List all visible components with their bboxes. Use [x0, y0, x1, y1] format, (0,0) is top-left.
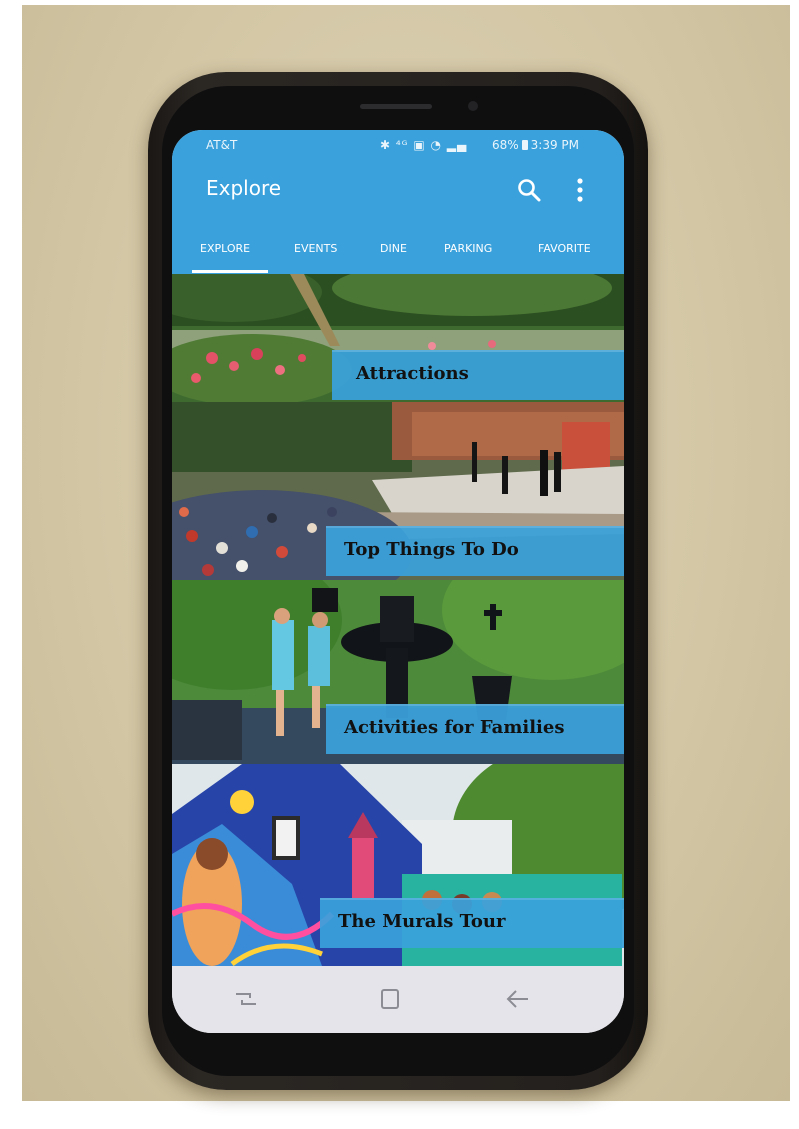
tile-banner: Activities for Families [326, 704, 624, 754]
more-vertical-icon[interactable] [570, 176, 590, 204]
navigation-bar [172, 966, 624, 1033]
tab-events[interactable]: EVENTS [294, 242, 337, 255]
battery-icon [521, 140, 528, 150]
app-title: Explore [206, 176, 282, 200]
tile-activities-for-families[interactable]: Activities for Families [172, 580, 624, 764]
tile-banner: Attractions [332, 350, 624, 400]
tile-the-murals-tour[interactable]: The Murals Tour [172, 764, 624, 966]
selected-tab-indicator [192, 270, 268, 273]
status-right: 68% 3:39 PM [492, 138, 579, 152]
app-bar: Explore [172, 160, 624, 222]
tile-label-the-murals-tour: The Murals Tour [338, 911, 506, 932]
tab-bar: EXPLORE EVENTS DINE PARKING FAVORITE [172, 222, 624, 274]
tab-dine[interactable]: DINE [380, 242, 407, 255]
battery-percent: 68% [492, 138, 519, 152]
tile-banner: Top Things To Do [326, 526, 624, 576]
tile-label-top-things-to-do: Top Things To Do [344, 539, 519, 560]
front-camera [468, 101, 478, 111]
tab-parking[interactable]: PARKING [444, 242, 492, 255]
tile-label-activities-for-families: Activities for Families [344, 717, 565, 738]
tab-explore[interactable]: EXPLORE [200, 242, 250, 255]
recent-apps-icon[interactable] [230, 984, 262, 1014]
status-bar: AT&T ✱ ⁴ᴳ ▣ ◔ ▂▄ 68% 3:39 PM [172, 130, 624, 160]
tile-banner: The Murals Tour [320, 898, 624, 948]
tab-favorite[interactable]: FAVORITE [538, 242, 591, 255]
tile-attractions[interactable]: Attractions [172, 274, 624, 402]
tile-top-things-to-do[interactable]: Top Things To Do [172, 402, 624, 580]
status-icons: ✱ ⁴ᴳ ▣ ◔ ▂▄ [380, 138, 468, 152]
home-square-icon[interactable] [374, 984, 406, 1014]
carrier-label: AT&T [206, 138, 238, 152]
back-arrow-icon[interactable] [502, 984, 534, 1014]
phone-screen: AT&T ✱ ⁴ᴳ ▣ ◔ ▂▄ 68% 3:39 PM Explore EXPL… [172, 130, 624, 1033]
earpiece-speaker [360, 104, 432, 109]
clock: 3:39 PM [530, 138, 580, 152]
search-icon[interactable] [516, 177, 542, 203]
tile-label-attractions: Attractions [356, 363, 469, 384]
